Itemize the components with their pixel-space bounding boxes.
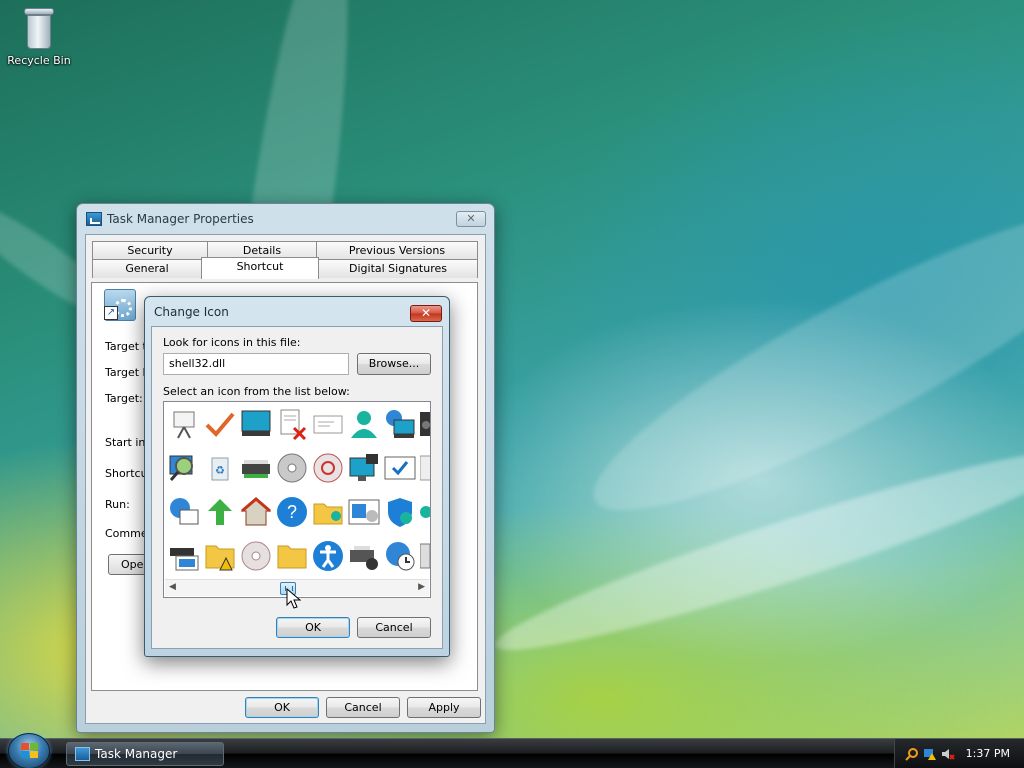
shared-folder-icon[interactable] — [312, 496, 344, 528]
select-icon-label: Select an icon from the list below: — [163, 385, 350, 398]
network-computer-icon[interactable] — [384, 408, 416, 440]
security-shield-icon[interactable] — [384, 496, 416, 528]
task-manager-app-icon — [86, 212, 102, 226]
recycle-bin-desktop-icon[interactable]: Recycle Bin — [6, 6, 72, 67]
monitor-grid-icon[interactable] — [348, 452, 380, 484]
dialog-title: Change Icon — [154, 305, 229, 319]
search-icon[interactable] — [905, 747, 919, 761]
start-button[interactable] — [8, 733, 50, 768]
apply-button[interactable]: Apply — [407, 697, 481, 718]
green-arrow-up-icon[interactable] — [204, 496, 236, 528]
task-manager-app-icon — [75, 747, 90, 761]
taskbar-task-manager-properties[interactable]: Task Manager Proper... — [66, 742, 224, 766]
cd-red-icon[interactable] — [312, 452, 344, 484]
recycle-bin-icon — [22, 6, 56, 50]
file-path-field[interactable]: shell32.dll — [163, 353, 349, 375]
speaker-icon[interactable] — [420, 408, 431, 440]
browse-button[interactable]: Browse... — [357, 353, 431, 375]
tab-security[interactable]: Security — [92, 241, 208, 260]
dialog-ok-button[interactable]: OK — [276, 617, 350, 638]
recycle-bin-label: Recycle Bin — [7, 54, 71, 67]
dialog-cancel-button[interactable]: Cancel — [357, 617, 431, 638]
tab-previous-versions[interactable]: Previous Versions — [316, 241, 478, 260]
envelope-icon[interactable] — [312, 408, 344, 440]
presentation-easel-icon[interactable] — [168, 408, 200, 440]
target-label: Target: — [105, 392, 143, 405]
globe-clock-icon[interactable] — [384, 540, 416, 572]
home-network-icon[interactable] — [240, 496, 272, 528]
checkmark-icon[interactable] — [204, 408, 236, 440]
printer-tray-icon[interactable] — [240, 452, 272, 484]
svg-text:?: ? — [287, 502, 297, 522]
clock[interactable]: 1:37 PM — [966, 747, 1010, 760]
globe-window-icon[interactable] — [168, 496, 200, 528]
gear-partial-icon[interactable] — [420, 452, 431, 484]
folder-icon[interactable] — [276, 540, 308, 572]
taskbar-button-label: Task Manager Proper... — [95, 747, 178, 761]
help-question-icon[interactable]: ? — [276, 496, 308, 528]
start-in-label: Start in: — [105, 436, 150, 449]
folder-warning-icon[interactable] — [204, 540, 236, 572]
pictures-window-icon[interactable] — [348, 496, 380, 528]
look-for-label: Look for icons in this file: — [163, 336, 301, 349]
tab-shortcut[interactable]: Shortcut — [201, 257, 319, 279]
disc-icon[interactable] — [240, 540, 272, 572]
run-label: Run: — [105, 498, 130, 511]
desktop-magnifier-icon[interactable] — [168, 452, 200, 484]
window-title: Task Manager Properties — [107, 212, 254, 226]
accessibility-icon[interactable] — [312, 540, 344, 572]
scroll-left-icon[interactable]: ◀ — [169, 582, 176, 592]
ok-button[interactable]: OK — [245, 697, 319, 718]
mouse-pointer-icon — [286, 588, 302, 609]
svg-text:♻: ♻ — [215, 464, 225, 477]
document-delete-icon[interactable] — [276, 408, 308, 440]
volume-muted-icon[interactable] — [941, 747, 955, 761]
camera-printer-icon[interactable] — [348, 540, 380, 572]
partial-icon[interactable] — [420, 496, 431, 528]
icon-list[interactable]: ♻ ? ◀ ▶ — [163, 401, 431, 598]
monitor-icon[interactable] — [240, 408, 272, 440]
shortcut-arrow-icon: ↗ — [104, 306, 118, 320]
close-button[interactable]: ✕ — [456, 211, 486, 227]
dialog-close-button[interactable]: ✕ — [410, 305, 442, 322]
user-icon[interactable] — [348, 408, 380, 440]
system-tray: 1:37 PM — [894, 739, 1024, 768]
recycle-bin-icon[interactable]: ♻ — [204, 452, 236, 484]
taskbar: Task Manager Proper... 1:37 PM — [0, 733, 1024, 768]
cd-drive-icon[interactable] — [276, 452, 308, 484]
tab-general[interactable]: General — [92, 259, 202, 278]
network-warning-icon[interactable] — [923, 747, 937, 761]
scanner-icon[interactable] — [168, 540, 200, 572]
checkbox-window-icon[interactable] — [384, 452, 416, 484]
partial-edge-icon[interactable] — [420, 540, 431, 572]
tab-digital-signatures[interactable]: Digital Signatures — [318, 259, 478, 278]
cancel-button[interactable]: Cancel — [326, 697, 400, 718]
scroll-right-icon[interactable]: ▶ — [418, 582, 425, 592]
windows-logo-icon — [21, 743, 39, 759]
